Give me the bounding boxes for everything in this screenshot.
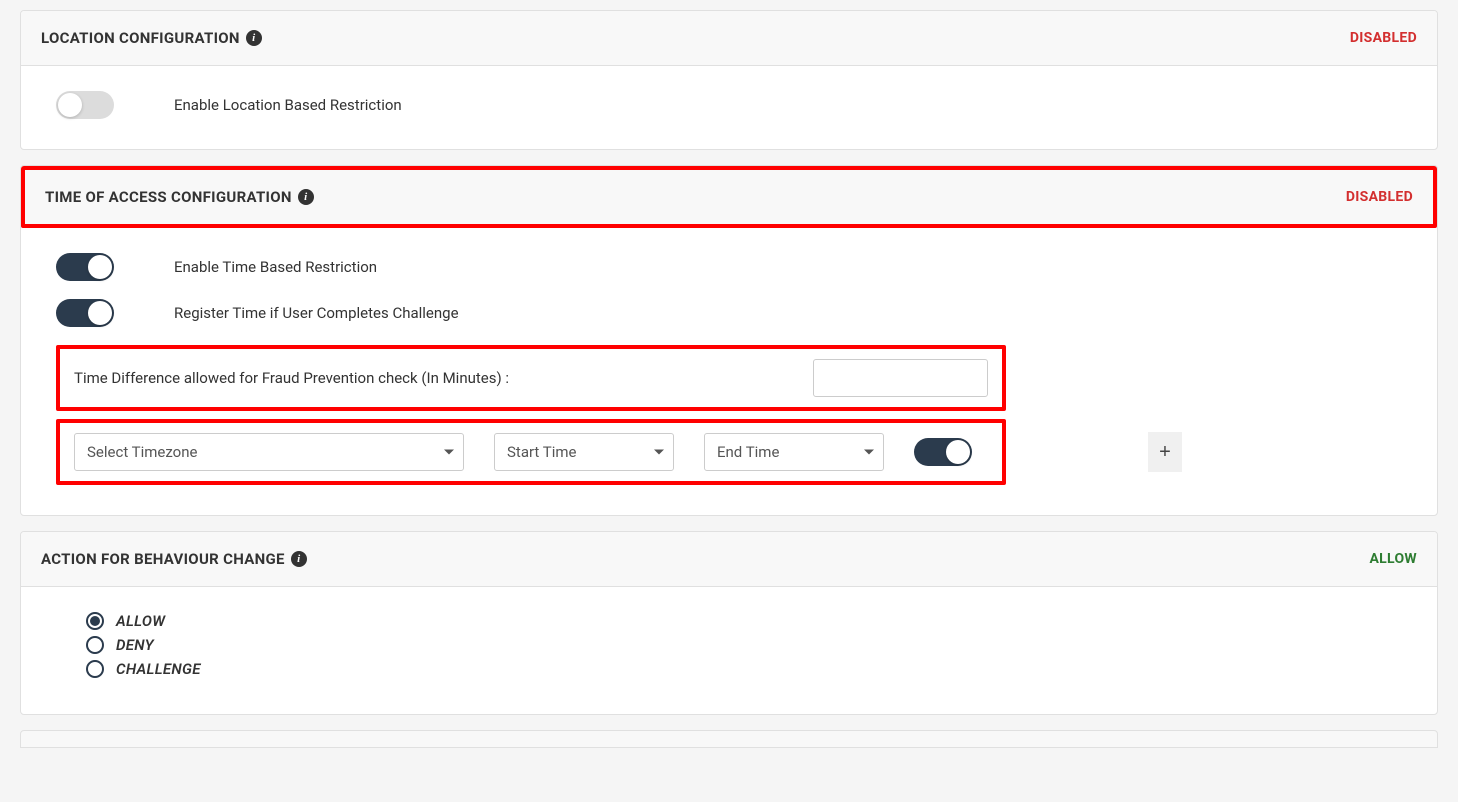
toggle-knob [58, 93, 82, 117]
toggle-knob [946, 440, 970, 464]
radio-challenge[interactable] [86, 660, 104, 678]
time-status-badge: DISABLED [1346, 189, 1413, 205]
location-config-body: Enable Location Based Restriction [21, 66, 1437, 149]
time-enable-row: Enable Time Based Restriction [56, 253, 1402, 281]
radio-allow-label: ALLOW [116, 612, 165, 630]
add-time-row-button[interactable]: + [1148, 432, 1182, 472]
end-time-placeholder: End Time [717, 443, 779, 461]
location-config-title-wrapper: LOCATION CONFIGURATION i [41, 29, 262, 47]
action-header: ACTION FOR BEHAVIOUR CHANGE i ALLOW [21, 532, 1437, 587]
time-register-toggle[interactable] [56, 299, 114, 327]
end-time-select[interactable]: End Time [704, 433, 884, 471]
time-selectors-row: Select Timezone Start Time End Time [56, 419, 1402, 485]
action-status-badge: ALLOW [1369, 551, 1417, 567]
time-register-label: Register Time if User Completes Challeng… [174, 304, 459, 322]
location-config-title: LOCATION CONFIGURATION [41, 29, 240, 47]
location-config-panel: LOCATION CONFIGURATION i DISABLED Enable… [20, 10, 1438, 150]
start-time-select-wrapper: Start Time [494, 433, 674, 471]
start-time-select[interactable]: Start Time [494, 433, 674, 471]
location-enable-label: Enable Location Based Restriction [174, 96, 402, 114]
start-time-placeholder: Start Time [507, 443, 576, 461]
time-row-toggle[interactable] [914, 438, 972, 466]
action-title: ACTION FOR BEHAVIOUR CHANGE [41, 550, 285, 568]
timezone-placeholder: Select Timezone [87, 443, 197, 461]
radio-row-challenge: CHALLENGE [86, 660, 1402, 678]
time-config-body: Enable Time Based Restriction Register T… [21, 228, 1437, 515]
info-icon[interactable]: i [246, 30, 262, 46]
next-panel-header-partial [20, 730, 1438, 748]
timezone-select-wrapper: Select Timezone [74, 433, 464, 471]
info-icon[interactable]: i [298, 189, 314, 205]
radio-challenge-label: CHALLENGE [116, 660, 201, 678]
fraud-prevention-box: Time Difference allowed for Fraud Preven… [56, 345, 1006, 411]
time-config-panel: TIME OF ACCESS CONFIGURATION i DISABLED … [20, 165, 1438, 516]
action-body: ALLOW DENY CHALLENGE [21, 587, 1437, 714]
location-toggle-row: Enable Location Based Restriction [56, 91, 1402, 119]
timezone-select[interactable]: Select Timezone [74, 433, 464, 471]
time-register-row: Register Time if User Completes Challeng… [56, 299, 1402, 327]
time-selectors-highlight: Select Timezone Start Time End Time [56, 419, 1006, 485]
location-status-badge: DISABLED [1350, 30, 1417, 46]
action-radio-group: ALLOW DENY CHALLENGE [56, 612, 1402, 678]
radio-row-allow: ALLOW [86, 612, 1402, 630]
location-config-header: LOCATION CONFIGURATION i DISABLED [21, 11, 1437, 66]
time-config-title: TIME OF ACCESS CONFIGURATION [45, 188, 292, 206]
time-config-header: TIME OF ACCESS CONFIGURATION i DISABLED [21, 166, 1437, 228]
radio-deny[interactable] [86, 636, 104, 654]
toggle-knob [88, 255, 112, 279]
location-enable-toggle[interactable] [56, 91, 114, 119]
fraud-prevention-label: Time Difference allowed for Fraud Preven… [74, 369, 509, 387]
radio-deny-label: DENY [116, 636, 154, 654]
fraud-minutes-input[interactable] [813, 359, 988, 397]
time-enable-toggle[interactable] [56, 253, 114, 281]
info-icon[interactable]: i [291, 551, 307, 567]
end-time-select-wrapper: End Time [704, 433, 884, 471]
action-panel: ACTION FOR BEHAVIOUR CHANGE i ALLOW ALLO… [20, 531, 1438, 715]
time-config-title-wrapper: TIME OF ACCESS CONFIGURATION i [45, 188, 314, 206]
time-enable-label: Enable Time Based Restriction [174, 258, 377, 276]
toggle-knob [88, 301, 112, 325]
radio-row-deny: DENY [86, 636, 1402, 654]
action-title-wrapper: ACTION FOR BEHAVIOUR CHANGE i [41, 550, 307, 568]
radio-allow[interactable] [86, 612, 104, 630]
